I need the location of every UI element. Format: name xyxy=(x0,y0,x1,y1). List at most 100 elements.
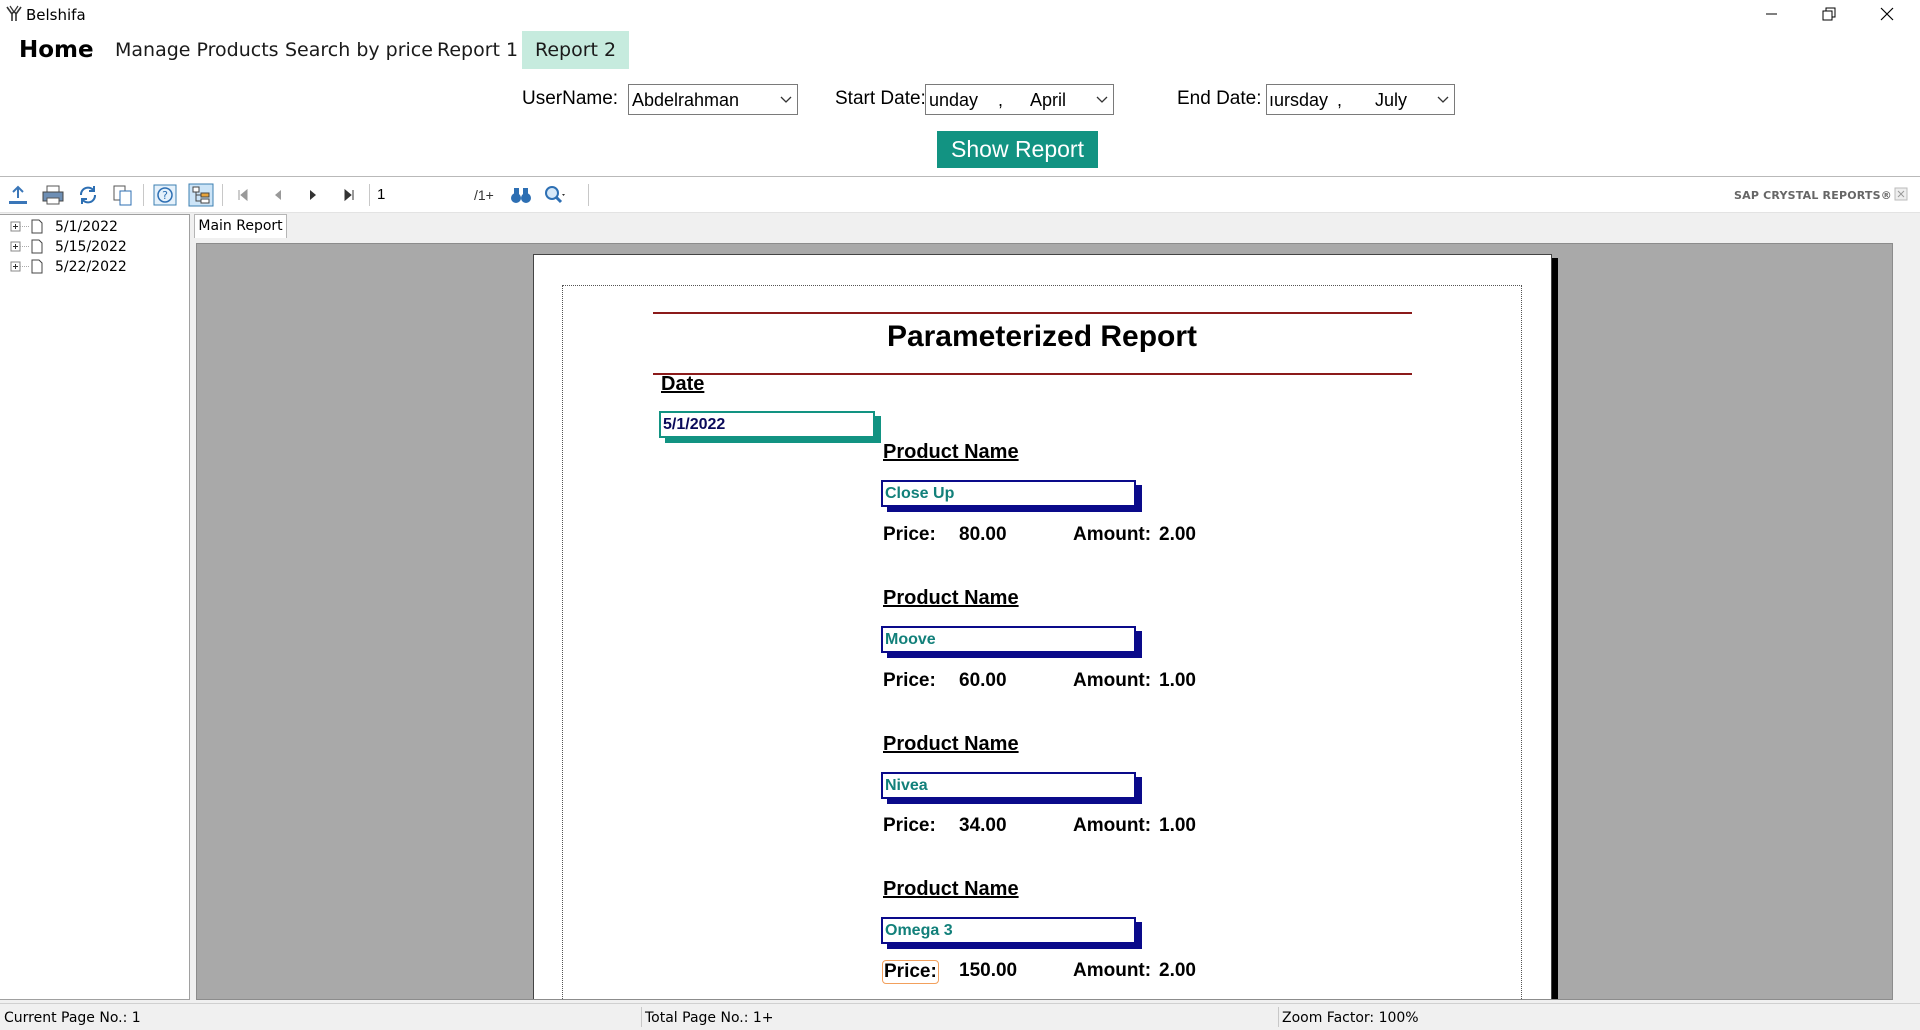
crystal-reports-brand: SAP CRYSTAL REPORTS® xyxy=(1734,189,1892,202)
amount-label: Amount: xyxy=(1073,815,1152,836)
price-label: Price: xyxy=(882,960,939,984)
restore-button[interactable] xyxy=(1800,0,1858,30)
zoom-icon[interactable] xyxy=(542,183,568,207)
app-window: Belshifa Home Manage Products Search by … xyxy=(0,0,1920,1030)
amount-value: 2.00 xyxy=(1159,960,1196,981)
copy-icon[interactable] xyxy=(110,183,136,207)
price-label: Price: xyxy=(883,524,936,545)
svg-text:?: ? xyxy=(162,189,168,202)
expand-icon xyxy=(10,219,43,234)
menu-report-2[interactable]: Report 2 xyxy=(522,31,630,69)
product-name-header: Product Name xyxy=(883,587,1019,609)
end-separator: , xyxy=(1337,90,1343,110)
amount-value: 1.00 xyxy=(1159,670,1196,691)
total-page-status: Total Page No.: 1+ xyxy=(645,1010,774,1026)
group-tree-toggle-icon[interactable] xyxy=(188,183,214,207)
print-icon[interactable] xyxy=(40,183,66,207)
report-canvas: Parameterized Report Date 5/1/2022 Produ… xyxy=(196,243,1893,1000)
start-day: unday xyxy=(929,90,979,110)
chevron-down-icon xyxy=(1437,96,1449,103)
toolbar-separator xyxy=(222,184,223,206)
product-name-field: Omega 3 xyxy=(881,917,1136,944)
menu-bar: Home Manage Products Search by price Rep… xyxy=(0,31,1920,69)
title-top-rule xyxy=(653,312,1412,314)
refresh-icon[interactable] xyxy=(75,183,101,207)
toolbar-separator xyxy=(143,184,144,206)
amount-label: Amount: xyxy=(1073,524,1152,545)
report-content: Parameterized Report Date 5/1/2022 Produ… xyxy=(562,285,1522,999)
show-report-button[interactable]: Show Report xyxy=(937,131,1098,168)
tab-main-report[interactable]: Main Report xyxy=(194,214,287,238)
amount-value: 2.00 xyxy=(1159,524,1196,545)
restore-icon xyxy=(1822,7,1836,21)
menu-manage-products[interactable]: Manage Products xyxy=(102,31,292,69)
status-bar: Current Page No.: 1 Total Page No.: 1+ Z… xyxy=(0,1003,1920,1030)
menu-report-1[interactable]: Report 1 xyxy=(424,31,531,69)
minimize-icon xyxy=(1766,13,1777,15)
minimize-button[interactable] xyxy=(1742,0,1800,30)
end-date-picker[interactable]: ıursday , July xyxy=(1266,84,1455,115)
close-icon xyxy=(1880,7,1894,21)
price-value: 80.00 xyxy=(959,524,1007,545)
end-month: July xyxy=(1375,90,1408,110)
product-name-field: Close Up xyxy=(881,480,1136,507)
page-number-input[interactable]: 1 xyxy=(374,183,469,207)
end-day: ıursday xyxy=(1269,90,1329,110)
date-header: Date xyxy=(661,373,705,395)
chevron-down-icon xyxy=(1096,96,1108,103)
tree-node-label: 5/22/2022 xyxy=(55,259,127,275)
menu-search-by-price[interactable]: Search by price xyxy=(272,31,446,69)
product-name-field: Moove xyxy=(881,626,1136,653)
close-button[interactable] xyxy=(1858,0,1916,30)
report-title: Parameterized Report xyxy=(886,320,1198,353)
first-page-icon[interactable] xyxy=(230,183,256,207)
status-divider xyxy=(641,1007,642,1027)
tree-node[interactable]: 5/22/2022 xyxy=(10,257,180,277)
price-value: 150.00 xyxy=(959,960,1018,981)
group-tree: 5/1/2022 5/15/2022 5/22/2022 xyxy=(0,214,190,1000)
menu-home[interactable]: Home xyxy=(6,31,107,69)
end-date-label: End Date: xyxy=(1177,88,1262,109)
previous-page-icon[interactable] xyxy=(265,183,291,207)
chevron-down-icon xyxy=(780,96,792,103)
username-select[interactable]: Abdelrahman xyxy=(628,84,798,115)
expand-icon xyxy=(10,239,43,254)
tree-node-label: 5/1/2022 xyxy=(55,219,118,235)
price-value: 60.00 xyxy=(959,670,1007,691)
toolbar-separator xyxy=(369,184,370,206)
start-month: April xyxy=(1030,90,1067,110)
date-field: 5/1/2022 xyxy=(659,411,875,438)
tree-node-label: 5/15/2022 xyxy=(55,239,127,255)
close-tab-icon[interactable] xyxy=(1894,187,1908,201)
export-icon[interactable] xyxy=(5,183,31,207)
app-logo-icon xyxy=(6,5,22,21)
product-name-header: Product Name xyxy=(883,441,1019,463)
price-label: Price: xyxy=(883,815,936,836)
product-name-header: Product Name xyxy=(883,733,1019,755)
username-label: UserName: xyxy=(522,88,619,109)
report-viewer: ? 1 /1+ SAP CRYSTAL REPORTS® 5/1/2022 5/… xyxy=(0,176,1920,1030)
zoom-factor-status: Zoom Factor: 100% xyxy=(1282,1010,1419,1026)
report-page: Parameterized Report Date 5/1/2022 Produ… xyxy=(533,254,1552,999)
title-bottom-rule xyxy=(653,373,1412,375)
viewer-toolbar: ? 1 /1+ SAP CRYSTAL REPORTS® xyxy=(0,177,1920,213)
username-value: Abdelrahman xyxy=(632,90,740,110)
help-icon[interactable]: ? xyxy=(152,183,178,207)
next-page-icon[interactable] xyxy=(300,183,326,207)
page-total: /1+ xyxy=(474,187,494,203)
start-date-label: Start Date: xyxy=(835,88,926,109)
expand-icon xyxy=(10,259,43,274)
amount-label: Amount: xyxy=(1073,960,1152,981)
tree-node[interactable]: 5/1/2022 xyxy=(10,217,180,237)
status-divider xyxy=(1278,1007,1279,1027)
find-binoculars-icon[interactable] xyxy=(508,183,534,207)
last-page-icon[interactable] xyxy=(336,183,362,207)
window-title: Belshifa xyxy=(26,6,86,24)
current-page-status: Current Page No.: 1 xyxy=(4,1010,141,1026)
title-bar: Belshifa xyxy=(0,0,1920,30)
start-separator: , xyxy=(998,90,1004,110)
toolbar-separator xyxy=(588,184,589,206)
start-date-picker[interactable]: unday , April xyxy=(925,84,1114,115)
amount-label: Amount: xyxy=(1073,670,1152,691)
tree-node[interactable]: 5/15/2022 xyxy=(10,237,180,257)
